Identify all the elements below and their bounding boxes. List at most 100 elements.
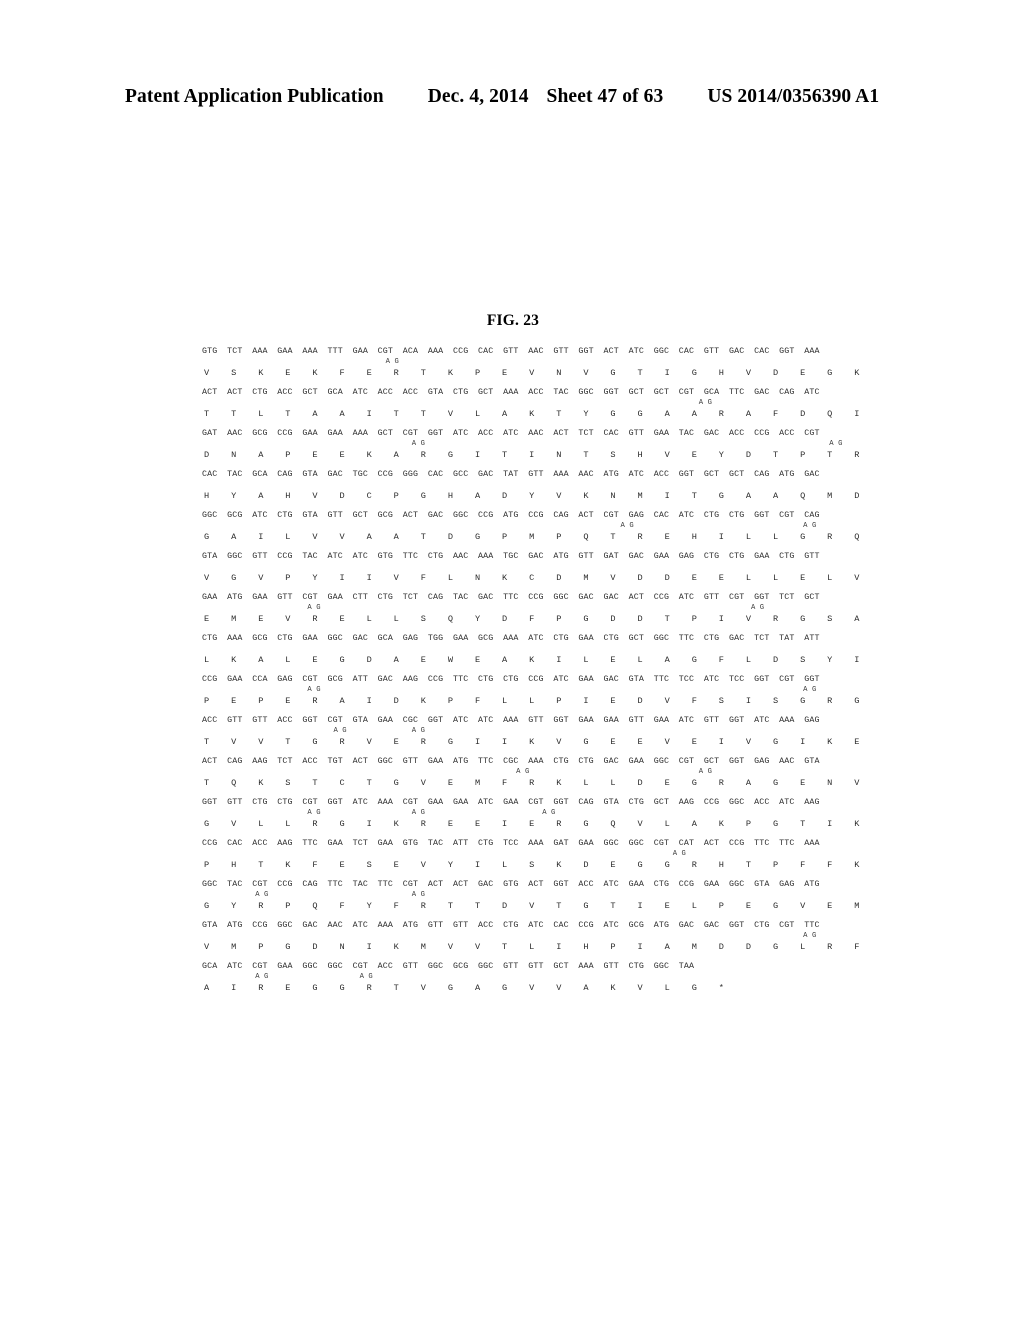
mutation-annotation-empty [385, 809, 411, 818]
mutation-annotation-empty [202, 809, 228, 818]
mutation-annotation-empty [437, 768, 463, 777]
codon: CCG [427, 675, 444, 684]
amino-acid: P [556, 614, 562, 624]
codon: ATT [352, 675, 368, 684]
codon: ACT [703, 839, 720, 848]
codon: GAC [703, 429, 720, 438]
codon: AAA [578, 962, 594, 971]
amino-acid: R [420, 819, 427, 829]
amino-acid: G [691, 655, 697, 665]
amino-acid: R [312, 819, 318, 829]
mutation-annotation-empty [332, 850, 358, 859]
codon: GAA [227, 675, 243, 684]
mutation-annotation-line [202, 563, 822, 572]
amino-acid: T [204, 409, 210, 419]
amino-acid: E [854, 737, 860, 747]
codon: TTC [452, 675, 469, 684]
amino-acid: N [610, 491, 616, 501]
amino-acid: E [529, 819, 535, 829]
amino-acid: D [772, 655, 779, 665]
mutation-annotation-empty [463, 645, 489, 654]
amino-acid: D [502, 614, 508, 624]
mutation-annotation-empty [202, 891, 228, 900]
mutation-annotation-empty [593, 891, 619, 900]
mutation-annotation-empty [228, 768, 254, 777]
codon: TTC [653, 675, 670, 684]
amino-acid: R [556, 819, 562, 829]
amino-acid: I [366, 696, 372, 706]
codon-line: CAC TAC GCA CAG GTA GAC TGC CCG GGG CAC GCC GAC TAT G… [202, 469, 822, 481]
amino-acid: P [285, 573, 291, 583]
amino-acid: A [231, 532, 237, 542]
codon: CCG [754, 429, 770, 438]
amino-acid: R [827, 532, 833, 542]
codon: GGT [779, 347, 795, 356]
amino-acid-line: VMPGDNIKMVVTLIHPIAMDDGLRF [202, 941, 859, 954]
mutation-annotation-empty [437, 481, 463, 490]
codon: GGT [678, 470, 695, 479]
amino-acid: V [231, 737, 237, 747]
codon: GTT [804, 552, 820, 561]
amino-acid: P [285, 901, 291, 911]
codon: GCT [703, 470, 720, 479]
amino-acid: K [393, 942, 399, 952]
mutation-annotation-empty [463, 399, 489, 408]
codon: GAA [427, 757, 444, 766]
amino-acid-line: LKALEGDAEWEAKILELAGFLDSYI [202, 654, 859, 667]
mutation-annotation-empty [828, 481, 854, 490]
mutation-annotation-empty [646, 686, 672, 695]
codon-line: GTG TCT AAA GAA AAA TTT GAA CGT ACA AAA CCG CAC GTT A… [202, 346, 822, 358]
mutation-annotation-empty [306, 932, 332, 941]
mutation-annotation-empty [698, 727, 724, 736]
amino-acid: I [474, 450, 481, 460]
mutation-annotation-empty [698, 481, 724, 490]
mutation-annotation-empty [254, 481, 280, 490]
codon: GAC [603, 757, 619, 766]
mutation-annotation-empty [828, 768, 854, 777]
mutation-annotation-empty [228, 686, 254, 695]
mutation-annotation-empty [306, 727, 332, 736]
mutation-annotation-line: A GA G [202, 440, 843, 449]
codon: CTG [603, 634, 619, 643]
amino-acid: K [312, 368, 318, 378]
codon: AAC [578, 470, 594, 479]
amino-acid: K [610, 983, 616, 993]
mutation-annotation-empty [620, 645, 646, 654]
amino-acid: Y [583, 409, 589, 419]
mutation-annotation-empty [750, 768, 776, 777]
amino-acid: I [637, 901, 643, 911]
codon: GTT [578, 552, 594, 561]
codon: GGT [603, 388, 619, 397]
codon: CGT [728, 593, 745, 602]
mutation-annotation-empty [567, 481, 593, 490]
mutation-annotation-empty [359, 604, 385, 613]
codon: GAG [628, 511, 644, 520]
amino-acid: E [664, 778, 670, 788]
amino-acid: G [610, 409, 616, 419]
mutation-annotation-empty [593, 686, 619, 695]
amino-acid: G [772, 942, 779, 952]
codon: CCG [202, 839, 218, 848]
mutation-annotation-empty [489, 604, 515, 613]
amino-acid: A [502, 655, 508, 665]
codon: CCG [277, 429, 293, 438]
codon: ATC [452, 716, 469, 725]
amino-acid: I [664, 368, 670, 378]
amino-acid: P [258, 942, 264, 952]
amino-acid: L [772, 573, 779, 583]
mutation-annotation-empty [385, 850, 411, 859]
mutation-annotation-empty [646, 481, 672, 490]
amino-acid: Q [583, 532, 589, 542]
codon: GAG [678, 552, 695, 561]
codon: GTT [402, 757, 419, 766]
mutation-annotation-empty [646, 522, 672, 531]
amino-acid: L [691, 901, 697, 911]
mutation-annotation: A G [516, 768, 530, 776]
mutation-annotation-empty [776, 481, 802, 490]
amino-acid: F [502, 778, 508, 788]
mutation-annotation-empty [724, 850, 750, 859]
mutation-annotation-empty [515, 604, 541, 613]
codon-line: CCG CAC ACC AAG TTC GAA TCT GAA GTG TAC ATT CTG TCC A… [202, 838, 822, 850]
mutation-annotation-empty [776, 850, 802, 859]
mutation-annotation-empty [489, 686, 515, 695]
